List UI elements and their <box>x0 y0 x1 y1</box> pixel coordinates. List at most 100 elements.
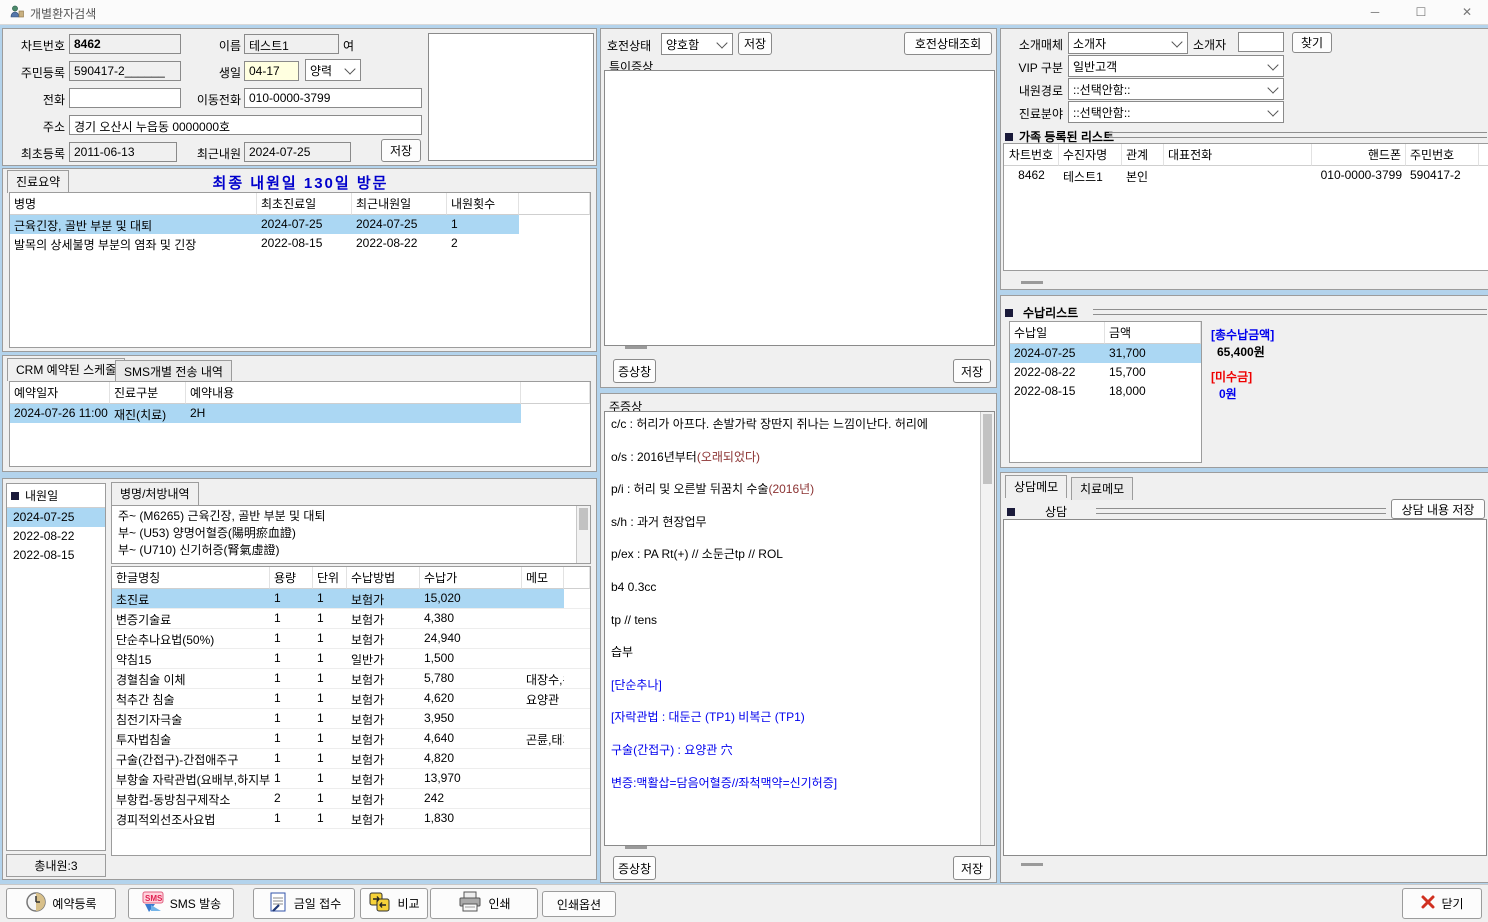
column-header[interactable]: 수납일 <box>1010 322 1105 344</box>
table-row[interactable]: 침전기자극술11보험가3,950 <box>112 709 590 729</box>
symptom-save-button[interactable]: 저장 <box>953 856 991 880</box>
close-window-button[interactable]: ✕ <box>1444 0 1488 24</box>
column-header[interactable]: 최초진료일 <box>257 193 352 215</box>
table-row[interactable]: 근육긴장, 골반 부분 및 대퇴2024-07-252024-07-251 <box>10 215 590 234</box>
name-field[interactable]: 테스트1 <box>244 34 339 54</box>
treatment-field-dropdown[interactable]: ::선택안함:: <box>1068 101 1284 123</box>
compare-button[interactable]: 비교 <box>360 888 428 919</box>
table-row[interactable]: 구술(간접구)-간접애주구11보험가4,820 <box>112 749 590 769</box>
column-header[interactable]: 차트번호 <box>1004 144 1059 166</box>
table-row[interactable]: 2024-07-26 11:00재진(치료)2H <box>10 404 590 423</box>
consult-save-button[interactable]: 상담 내용 저장 <box>1391 499 1485 519</box>
close-button[interactable]: 닫기 <box>1402 888 1482 919</box>
patient-save-button[interactable]: 저장 <box>381 139 421 162</box>
tab-diagnosis-prescription[interactable]: 병명/처방내역 <box>111 482 199 505</box>
visit-date-item[interactable]: 2022-08-15 <box>7 546 105 565</box>
improvement-dropdown[interactable]: 양호함 <box>661 33 733 55</box>
visit-date-item[interactable]: 2022-08-22 <box>7 527 105 546</box>
table-row[interactable]: 2024-07-2531,700 <box>1010 344 1201 363</box>
improvement-lookup-button[interactable]: 호전상태조회 <box>904 32 992 55</box>
table-row[interactable]: 부항컵-동방침구제작소21보험가242 <box>112 789 590 809</box>
diagnosis-scrollbar[interactable] <box>576 506 590 563</box>
column-header[interactable]: 예약내용 <box>186 382 521 404</box>
table-row[interactable]: 척추간 침술11보험가4,620요양관 <box>112 689 590 709</box>
calendar-type-dropdown[interactable]: 양력 <box>305 59 361 81</box>
symptom-scrollbar[interactable] <box>980 412 994 845</box>
main-symptom-textarea[interactable]: c/c : 허리가 아프다. 손발가락 장딴지 쥐나는 느낌이난다. 허리에o/… <box>604 411 995 846</box>
tab-consult-memo[interactable]: 상담메모 <box>1005 475 1067 498</box>
tab-treatment-memo[interactable]: 치료메모 <box>1071 477 1133 500</box>
tab-crm-schedule[interactable]: CRM 예약된 스케줄 <box>7 358 125 381</box>
table-row[interactable]: 약침1511일반가1,500 <box>112 649 590 669</box>
tab-sms-history[interactable]: SMS개별 전송 내역 <box>115 360 232 383</box>
table-row[interactable]: 변증기술료11보험가4,380 <box>112 609 590 629</box>
column-header[interactable]: 주민번호 <box>1406 144 1479 166</box>
visit-date-item[interactable]: 2024-07-25 <box>7 508 105 527</box>
column-header[interactable]: 핸드폰 <box>1312 144 1406 166</box>
scrollbar-thumb[interactable] <box>579 508 588 530</box>
symptom-window-button[interactable]: 증상창 <box>613 359 656 383</box>
column-header[interactable]: 수납방법 <box>347 567 420 589</box>
recent-visit-field[interactable]: 2024-07-25 <box>244 142 351 162</box>
table-row[interactable]: 경혈침술 이체11보험가5,780대장수,위중 <box>112 669 590 689</box>
referrer-field[interactable] <box>1238 32 1284 52</box>
h-scrollbar-hint[interactable] <box>625 346 647 349</box>
referral-media-dropdown[interactable]: 소개자 <box>1068 32 1188 54</box>
column-header[interactable]: 용량 <box>270 567 313 589</box>
column-header[interactable]: 단위 <box>313 567 347 589</box>
chart-no-field[interactable]: 8462 <box>69 34 181 54</box>
visit-route-dropdown[interactable]: ::선택안함:: <box>1068 78 1284 100</box>
improvement-save-button[interactable]: 저장 <box>738 32 772 55</box>
h-scrollbar-hint[interactable] <box>625 846 647 849</box>
table-row[interactable]: 투자법침술11보험가4,640곤륜,태계 <box>112 729 590 749</box>
special-save-button[interactable]: 저장 <box>953 359 991 383</box>
ssn-field[interactable]: 590417-2______ <box>69 61 181 81</box>
consult-memo-textarea[interactable] <box>1003 519 1487 856</box>
h-scrollbar-hint[interactable] <box>1021 863 1043 866</box>
today-reception-button[interactable]: 금일 접수 <box>253 888 355 919</box>
scrollbar-thumb[interactable] <box>983 414 992 484</box>
column-header[interactable]: 병명 <box>10 193 257 215</box>
print-button[interactable]: 인쇄 <box>430 888 538 919</box>
vip-dropdown[interactable]: 일반고객 <box>1068 55 1284 77</box>
column-header[interactable]: 수진자명 <box>1059 144 1122 166</box>
sms-send-button[interactable]: SMS SMS 발송 <box>128 888 234 919</box>
table-row[interactable]: 부항술 자락관법(요배부,하지부11보험가13,970 <box>112 769 590 789</box>
referrer-label: 소개자 <box>1193 36 1226 53</box>
birth-field[interactable]: 04-17 <box>244 61 299 81</box>
column-header[interactable]: 예약일자 <box>10 382 110 404</box>
column-header[interactable]: 수납가 <box>420 567 522 589</box>
column-header[interactable] <box>564 567 590 589</box>
minimize-button[interactable]: ─ <box>1352 0 1398 24</box>
print-options-button[interactable]: 인쇄옵션 <box>542 891 616 917</box>
table-row[interactable]: 발목의 상세불명 부분의 염좌 및 긴장2022-08-152022-08-22… <box>10 234 590 253</box>
column-header[interactable]: 금액 <box>1105 322 1201 344</box>
column-header[interactable]: 진료구분 <box>110 382 186 404</box>
table-row[interactable]: 단순추나요법(50%)11보험가24,940 <box>112 629 590 649</box>
phone-field[interactable] <box>69 88 181 108</box>
address-field[interactable]: 경기 오산시 누읍동 0000000호 <box>69 115 422 135</box>
symptom-window-button-2[interactable]: 증상창 <box>613 856 656 880</box>
table-row[interactable]: 8462테스트1본인010-0000-3799590417-2 <box>1004 166 1488 185</box>
special-symptom-textarea[interactable] <box>604 70 995 346</box>
column-header[interactable]: 한글명칭 <box>112 567 270 589</box>
find-referrer-button[interactable]: 찾기 <box>1292 32 1332 53</box>
column-header[interactable]: 최근내원일 <box>352 193 447 215</box>
column-header[interactable] <box>519 193 590 215</box>
column-header[interactable]: 내원횟수 <box>447 193 519 215</box>
table-cell: 보험가 <box>347 589 420 609</box>
h-scrollbar-hint[interactable] <box>1021 281 1043 284</box>
column-header[interactable]: 관계 <box>1122 144 1164 166</box>
maximize-button[interactable]: ☐ <box>1398 0 1444 24</box>
reservation-button[interactable]: 예약등록 <box>6 888 116 919</box>
table-row[interactable]: 경피적외선조사요법11보험가1,830 <box>112 809 590 829</box>
first-reg-field[interactable]: 2011-06-13 <box>69 142 177 162</box>
table-row[interactable]: 초진료11보험가15,020 <box>112 589 590 609</box>
column-header[interactable] <box>1479 144 1488 166</box>
table-row[interactable]: 2022-08-1518,000 <box>1010 382 1201 401</box>
table-row[interactable]: 2022-08-2215,700 <box>1010 363 1201 382</box>
column-header[interactable] <box>521 382 590 404</box>
column-header[interactable]: 대표전화 <box>1164 144 1312 166</box>
column-header[interactable]: 메모 <box>522 567 564 589</box>
mobile-field[interactable]: 010-0000-3799 <box>244 88 422 108</box>
